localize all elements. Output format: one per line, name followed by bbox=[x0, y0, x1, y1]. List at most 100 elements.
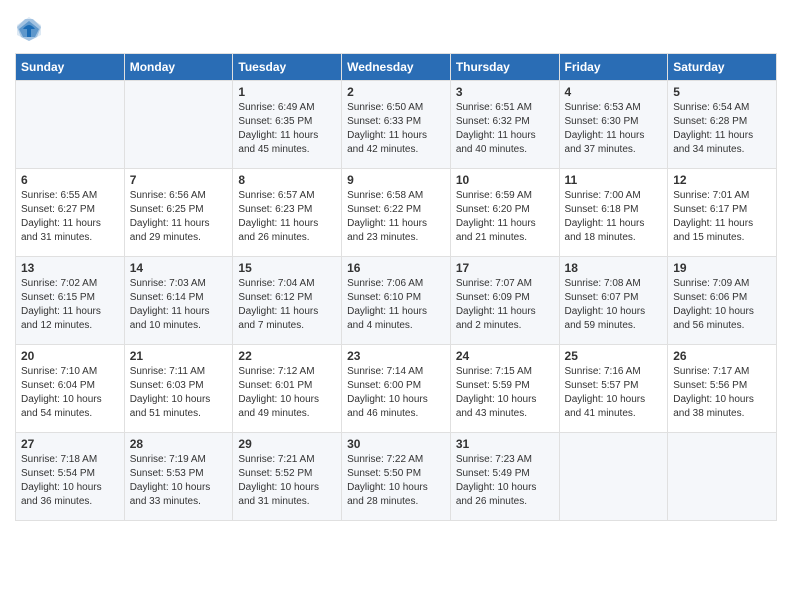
calendar-cell bbox=[124, 81, 233, 169]
week-row-4: 27Sunrise: 7:18 AM Sunset: 5:54 PM Dayli… bbox=[16, 433, 777, 521]
day-info: Sunrise: 7:06 AM Sunset: 6:10 PM Dayligh… bbox=[347, 277, 445, 333]
calendar-cell: 2Sunrise: 6:50 AM Sunset: 6:33 PM Daylig… bbox=[342, 81, 451, 169]
day-info: Sunrise: 7:21 AM Sunset: 5:52 PM Dayligh… bbox=[238, 453, 336, 509]
calendar-cell: 6 Sunrise: 6:55 AM Sunset: 6:27 PM Daylig… bbox=[16, 169, 125, 257]
day-number: 9 bbox=[347, 173, 445, 187]
calendar-header: SundayMondayTuesdayWednesdayThursdayFrid… bbox=[16, 54, 777, 81]
day-info: Sunrise: 7:17 AM Sunset: 5:56 PM Dayligh… bbox=[673, 365, 771, 421]
day-number: 5 bbox=[673, 85, 771, 99]
calendar-cell: 26 Sunrise: 7:17 AM Sunset: 5:56 PM Dayli… bbox=[668, 345, 777, 433]
day-info: Sunrise: 6:56 AM Sunset: 6:25 PM Dayligh… bbox=[130, 189, 228, 245]
week-row-2: 13 Sunrise: 7:02 AM Sunset: 6:15 PM Dayli… bbox=[16, 257, 777, 345]
calendar-cell: 25Sunrise: 7:16 AM Sunset: 5:57 PM Dayli… bbox=[559, 345, 668, 433]
week-row-3: 20Sunrise: 7:10 AM Sunset: 6:04 PM Dayli… bbox=[16, 345, 777, 433]
header-cell-sunday: Sunday bbox=[16, 54, 125, 81]
day-info: Sunrise: 6:49 AM Sunset: 6:35 PM Dayligh… bbox=[238, 101, 336, 157]
calendar-cell: 16 Sunrise: 7:06 AM Sunset: 6:10 PM Dayli… bbox=[342, 257, 451, 345]
day-number: 1 bbox=[238, 85, 336, 99]
day-number: 19 bbox=[673, 261, 771, 275]
calendar-cell: 8 Sunrise: 6:57 AM Sunset: 6:23 PM Daylig… bbox=[233, 169, 342, 257]
day-info: Sunrise: 7:23 AM Sunset: 5:49 PM Dayligh… bbox=[456, 453, 554, 509]
day-number: 7 bbox=[130, 173, 228, 187]
logo bbox=[15, 15, 47, 43]
header-row: SundayMondayTuesdayWednesdayThursdayFrid… bbox=[16, 54, 777, 81]
day-number: 13 bbox=[21, 261, 119, 275]
day-info: Sunrise: 6:51 AM Sunset: 6:32 PM Dayligh… bbox=[456, 101, 554, 157]
day-number: 8 bbox=[238, 173, 336, 187]
day-number: 6 bbox=[21, 173, 119, 187]
calendar-cell: 22 Sunrise: 7:12 AM Sunset: 6:01 PM Dayli… bbox=[233, 345, 342, 433]
day-number: 15 bbox=[238, 261, 336, 275]
day-number: 21 bbox=[130, 349, 228, 363]
calendar-cell: 4 Sunrise: 6:53 AM Sunset: 6:30 PM Daylig… bbox=[559, 81, 668, 169]
calendar-cell: 23 Sunrise: 7:14 AM Sunset: 6:00 PM Dayli… bbox=[342, 345, 451, 433]
day-info: Sunrise: 7:01 AM Sunset: 6:17 PM Dayligh… bbox=[673, 189, 771, 245]
calendar-cell: 14 Sunrise: 7:03 AM Sunset: 6:14 PM Dayli… bbox=[124, 257, 233, 345]
calendar-table: SundayMondayTuesdayWednesdayThursdayFrid… bbox=[15, 53, 777, 521]
calendar-cell: 11Sunrise: 7:00 AM Sunset: 6:18 PM Dayli… bbox=[559, 169, 668, 257]
week-row-1: 6 Sunrise: 6:55 AM Sunset: 6:27 PM Daylig… bbox=[16, 169, 777, 257]
day-number: 30 bbox=[347, 437, 445, 451]
calendar-cell: 7 Sunrise: 6:56 AM Sunset: 6:25 PM Daylig… bbox=[124, 169, 233, 257]
day-info: Sunrise: 7:08 AM Sunset: 6:07 PM Dayligh… bbox=[565, 277, 663, 333]
day-info: Sunrise: 7:12 AM Sunset: 6:01 PM Dayligh… bbox=[238, 365, 336, 421]
calendar-cell bbox=[559, 433, 668, 521]
day-info: Sunrise: 7:00 AM Sunset: 6:18 PM Dayligh… bbox=[565, 189, 663, 245]
day-info: Sunrise: 7:18 AM Sunset: 5:54 PM Dayligh… bbox=[21, 453, 119, 509]
day-number: 22 bbox=[238, 349, 336, 363]
day-info: Sunrise: 7:02 AM Sunset: 6:15 PM Dayligh… bbox=[21, 277, 119, 333]
calendar-cell: 27Sunrise: 7:18 AM Sunset: 5:54 PM Dayli… bbox=[16, 433, 125, 521]
calendar-cell bbox=[16, 81, 125, 169]
header-cell-thursday: Thursday bbox=[450, 54, 559, 81]
calendar-cell: 13 Sunrise: 7:02 AM Sunset: 6:15 PM Dayli… bbox=[16, 257, 125, 345]
calendar-cell: 18Sunrise: 7:08 AM Sunset: 6:07 PM Dayli… bbox=[559, 257, 668, 345]
day-number: 14 bbox=[130, 261, 228, 275]
calendar-cell: 12 Sunrise: 7:01 AM Sunset: 6:17 PM Dayli… bbox=[668, 169, 777, 257]
day-number: 12 bbox=[673, 173, 771, 187]
day-number: 29 bbox=[238, 437, 336, 451]
calendar-cell: 19 Sunrise: 7:09 AM Sunset: 6:06 PM Dayli… bbox=[668, 257, 777, 345]
day-info: Sunrise: 6:57 AM Sunset: 6:23 PM Dayligh… bbox=[238, 189, 336, 245]
day-number: 25 bbox=[565, 349, 663, 363]
calendar-cell: 15 Sunrise: 7:04 AM Sunset: 6:12 PM Dayli… bbox=[233, 257, 342, 345]
header-cell-saturday: Saturday bbox=[668, 54, 777, 81]
calendar-cell: 17Sunrise: 7:07 AM Sunset: 6:09 PM Dayli… bbox=[450, 257, 559, 345]
calendar-cell: 5 Sunrise: 6:54 AM Sunset: 6:28 PM Daylig… bbox=[668, 81, 777, 169]
day-number: 2 bbox=[347, 85, 445, 99]
day-number: 10 bbox=[456, 173, 554, 187]
day-number: 23 bbox=[347, 349, 445, 363]
week-row-0: 1 Sunrise: 6:49 AM Sunset: 6:35 PM Daylig… bbox=[16, 81, 777, 169]
page-container: SundayMondayTuesdayWednesdayThursdayFrid… bbox=[0, 0, 792, 531]
day-number: 3 bbox=[456, 85, 554, 99]
day-number: 17 bbox=[456, 261, 554, 275]
calendar-cell: 30Sunrise: 7:22 AM Sunset: 5:50 PM Dayli… bbox=[342, 433, 451, 521]
calendar-cell: 10Sunrise: 6:59 AM Sunset: 6:20 PM Dayli… bbox=[450, 169, 559, 257]
header-cell-friday: Friday bbox=[559, 54, 668, 81]
calendar-cell: 20Sunrise: 7:10 AM Sunset: 6:04 PM Dayli… bbox=[16, 345, 125, 433]
calendar-cell: 28 Sunrise: 7:19 AM Sunset: 5:53 PM Dayli… bbox=[124, 433, 233, 521]
day-number: 4 bbox=[565, 85, 663, 99]
day-info: Sunrise: 7:14 AM Sunset: 6:00 PM Dayligh… bbox=[347, 365, 445, 421]
day-number: 16 bbox=[347, 261, 445, 275]
day-info: Sunrise: 6:54 AM Sunset: 6:28 PM Dayligh… bbox=[673, 101, 771, 157]
day-info: Sunrise: 6:53 AM Sunset: 6:30 PM Dayligh… bbox=[565, 101, 663, 157]
day-info: Sunrise: 7:09 AM Sunset: 6:06 PM Dayligh… bbox=[673, 277, 771, 333]
day-info: Sunrise: 7:19 AM Sunset: 5:53 PM Dayligh… bbox=[130, 453, 228, 509]
day-info: Sunrise: 6:55 AM Sunset: 6:27 PM Dayligh… bbox=[21, 189, 119, 245]
calendar-cell: 29 Sunrise: 7:21 AM Sunset: 5:52 PM Dayli… bbox=[233, 433, 342, 521]
day-number: 28 bbox=[130, 437, 228, 451]
calendar-cell bbox=[668, 433, 777, 521]
day-number: 31 bbox=[456, 437, 554, 451]
day-number: 26 bbox=[673, 349, 771, 363]
calendar-cell: 31 Sunrise: 7:23 AM Sunset: 5:49 PM Dayli… bbox=[450, 433, 559, 521]
header-cell-tuesday: Tuesday bbox=[233, 54, 342, 81]
day-info: Sunrise: 7:10 AM Sunset: 6:04 PM Dayligh… bbox=[21, 365, 119, 421]
header-cell-wednesday: Wednesday bbox=[342, 54, 451, 81]
page-header bbox=[15, 15, 777, 43]
header-cell-monday: Monday bbox=[124, 54, 233, 81]
calendar-cell: 1 Sunrise: 6:49 AM Sunset: 6:35 PM Daylig… bbox=[233, 81, 342, 169]
day-info: Sunrise: 7:03 AM Sunset: 6:14 PM Dayligh… bbox=[130, 277, 228, 333]
day-info: Sunrise: 7:04 AM Sunset: 6:12 PM Dayligh… bbox=[238, 277, 336, 333]
logo-icon bbox=[15, 15, 43, 43]
calendar-cell: 9Sunrise: 6:58 AM Sunset: 6:22 PM Daylig… bbox=[342, 169, 451, 257]
